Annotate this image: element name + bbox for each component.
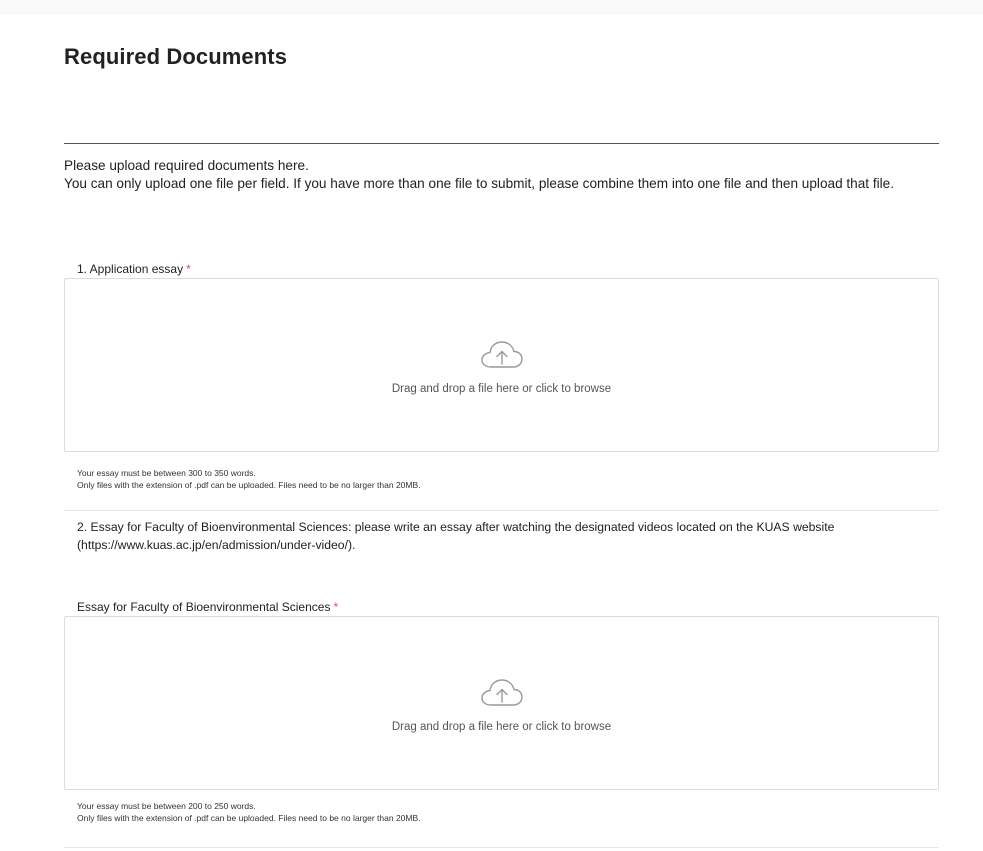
bioenvironmental-essay-description: 2. Essay for Faculty of Bioenvironmental… — [77, 520, 835, 552]
cloud-upload-icon — [481, 679, 523, 706]
title-divider — [64, 143, 939, 144]
dropzone-text: Drag and drop a file here or click to br… — [391, 721, 612, 733]
field-label-text: Essay for Faculty of Bioenvironmental Sc… — [77, 600, 331, 614]
help-word-count: Your essay must be between 200 to 250 wo… — [77, 801, 256, 811]
section-separator — [64, 510, 939, 511]
cloud-upload-icon — [481, 341, 523, 368]
bioenvironmental-essay-help: Your essay must be between 200 to 250 wo… — [77, 800, 421, 824]
application-essay-help: Your essay must be between 300 to 350 wo… — [77, 467, 421, 491]
dropzone-text: Drag and drop a file here or click to br… — [391, 383, 612, 395]
bioenvironmental-essay-label: Essay for Faculty of Bioenvironmental Sc… — [77, 600, 338, 614]
intro-line-2: You can only upload one file per field. … — [64, 176, 895, 191]
help-word-count: Your essay must be between 300 to 350 wo… — [77, 468, 256, 478]
application-essay-dropzone[interactable]: Drag and drop a file here or click to br… — [64, 278, 939, 452]
required-asterisk: * — [333, 600, 339, 614]
bioenvironmental-essay-dropzone[interactable]: Drag and drop a file here or click to br… — [64, 616, 939, 790]
page-title: Required Documents — [64, 44, 288, 69]
field-label-text: 1. Application essay — [77, 262, 184, 276]
form-card: Required Documents Please upload require… — [0, 14, 983, 851]
required-asterisk: * — [186, 262, 191, 276]
application-essay-label: 1. Application essay * — [77, 262, 191, 276]
intro-line-1: Please upload required documents here. — [64, 158, 309, 173]
section-separator — [64, 847, 939, 848]
intro-text: Please upload required documents here. Y… — [64, 157, 939, 193]
help-file-rules: Only files with the extension of .pdf ca… — [77, 480, 421, 490]
help-file-rules: Only files with the extension of .pdf ca… — [77, 813, 421, 823]
